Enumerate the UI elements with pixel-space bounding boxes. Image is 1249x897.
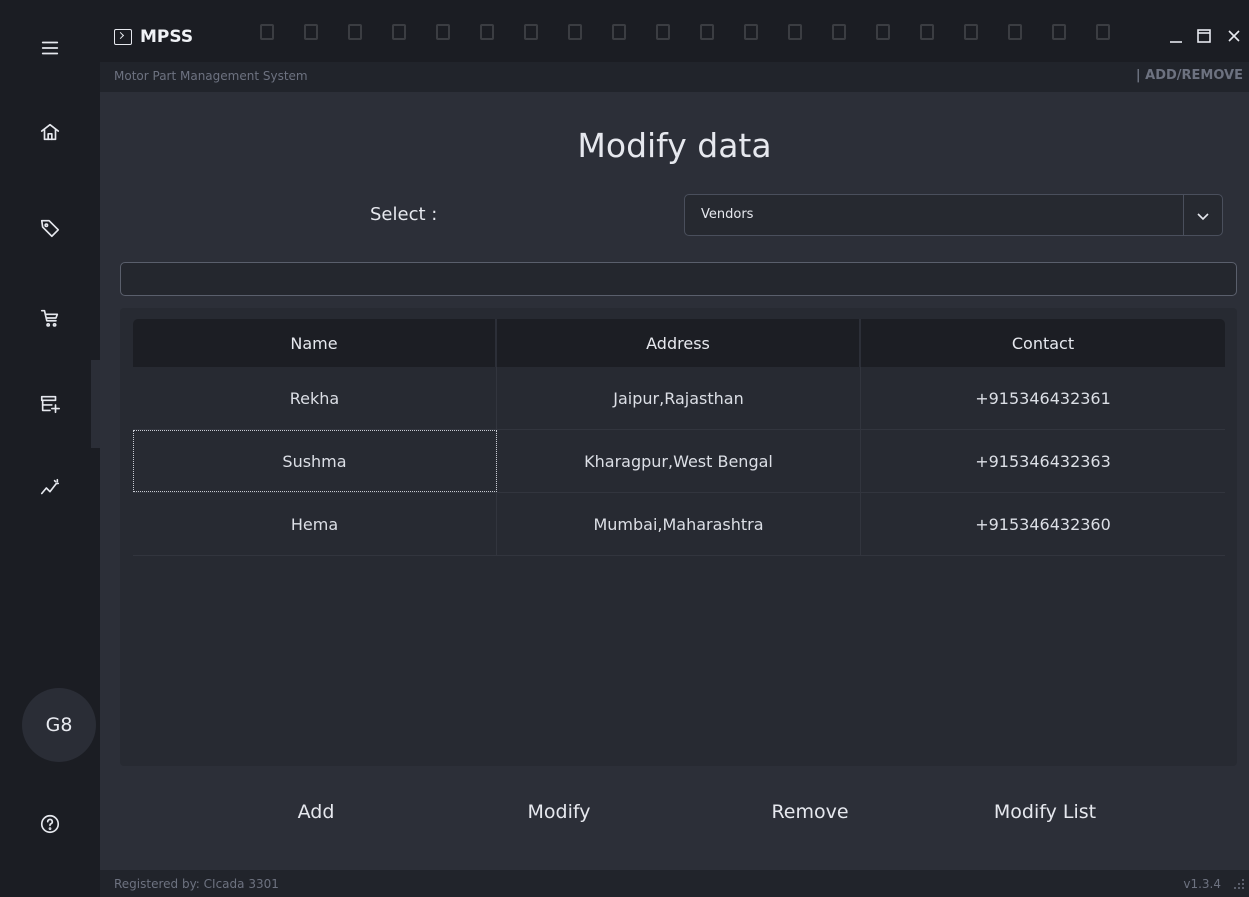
search-input[interactable] xyxy=(120,262,1237,296)
data-table: Name Address Contact Rekha Jaipur,Rajast… xyxy=(120,308,1237,766)
home-icon[interactable] xyxy=(0,102,100,162)
terminal-icon xyxy=(114,29,132,45)
app-title-text: MPSS xyxy=(140,27,194,47)
category-select[interactable]: Vendors xyxy=(684,194,1223,236)
resize-grip-icon[interactable] xyxy=(1233,878,1245,890)
section-label: | ADD/REMOVE xyxy=(1135,68,1243,83)
action-buttons: Add Modify Remove Modify List xyxy=(100,788,1249,836)
select-label: Select : xyxy=(370,204,438,225)
status-bar: Registered by: CIcada 3301 v1.3.4 xyxy=(100,870,1249,897)
column-header-address[interactable]: Address xyxy=(497,319,861,367)
category-select-value: Vendors xyxy=(701,207,754,222)
version-label: v1.3.4 xyxy=(1183,877,1221,891)
avatar[interactable]: G8 xyxy=(22,688,96,762)
sparkline-icon[interactable] xyxy=(0,458,100,518)
remove-button[interactable]: Remove xyxy=(750,788,870,836)
table-header: Name Address Contact xyxy=(133,319,1225,367)
subheader: Motor Part Management System | ADD/REMOV… xyxy=(100,62,1249,92)
maximize-button[interactable] xyxy=(1190,22,1218,50)
column-header-name[interactable]: Name xyxy=(133,319,497,367)
column-header-contact[interactable]: Contact xyxy=(861,319,1225,367)
maximize-icon xyxy=(1197,29,1211,43)
page-title: Modify data xyxy=(577,126,772,165)
cell-contact[interactable]: +915346432360 xyxy=(861,493,1225,555)
minimize-icon xyxy=(1170,41,1182,43)
select-divider xyxy=(1183,195,1184,235)
close-icon xyxy=(1228,30,1240,42)
registered-by-text: Registered by: CIcada 3301 xyxy=(114,877,279,891)
app-title: MPSS xyxy=(114,26,193,48)
minimize-button[interactable] xyxy=(1162,22,1190,50)
tag-icon[interactable] xyxy=(0,198,100,258)
cell-name[interactable]: Hema xyxy=(133,493,497,555)
cell-contact[interactable]: +915346432361 xyxy=(861,367,1225,429)
sidebar: G8 xyxy=(0,0,100,897)
close-button[interactable] xyxy=(1220,22,1248,50)
app-window: G8 MPSS Motor Part Management System | A… xyxy=(0,0,1249,897)
modify-list-button[interactable]: Modify List xyxy=(970,788,1120,836)
table-row[interactable]: Rekha Jaipur,Rajasthan +915346432361 xyxy=(133,367,1225,430)
cart-icon[interactable] xyxy=(0,288,100,348)
app-subtitle: Motor Part Management System xyxy=(114,69,308,83)
table-body: Rekha Jaipur,Rajasthan +915346432361 Sus… xyxy=(133,367,1225,556)
modify-button[interactable]: Modify xyxy=(504,788,614,836)
ghost-toolbar xyxy=(260,24,1110,40)
add-button[interactable]: Add xyxy=(266,788,366,836)
table-row[interactable]: Hema Mumbai,Maharashtra +915346432360 xyxy=(133,493,1225,556)
cell-name[interactable]: Rekha xyxy=(133,367,497,429)
cell-address[interactable]: Jaipur,Rajasthan xyxy=(497,367,861,429)
table-row[interactable]: Sushma Kharagpur,West Bengal +9153464323… xyxy=(133,430,1225,493)
avatar-initials: G8 xyxy=(45,714,73,736)
store-add-icon[interactable] xyxy=(0,374,100,434)
title-bar: MPSS xyxy=(100,0,1249,62)
cell-contact[interactable]: +915346432363 xyxy=(861,430,1225,492)
chevron-down-icon[interactable] xyxy=(1196,208,1210,222)
cell-address[interactable]: Kharagpur,West Bengal xyxy=(497,430,861,492)
main-content: Modify data Select : Vendors Name Addres… xyxy=(100,92,1249,870)
help-icon[interactable] xyxy=(0,794,100,854)
cell-name[interactable]: Sushma xyxy=(133,430,497,492)
hamburger-menu-icon[interactable] xyxy=(0,18,100,78)
cell-address[interactable]: Mumbai,Maharashtra xyxy=(497,493,861,555)
